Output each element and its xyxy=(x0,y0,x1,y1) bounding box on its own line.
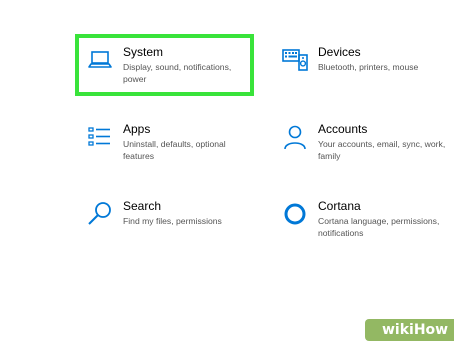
tile-cortana-description: Cortana language, permissions, notificat… xyxy=(318,216,440,238)
tile-apps[interactable]: Apps Uninstall, defaults, optional featu… xyxy=(78,117,256,167)
tile-cortana-title: Cortana xyxy=(318,199,361,213)
tile-search[interactable]: Search Find my files, permissions xyxy=(78,194,256,234)
tile-devices[interactable]: Devices Bluetooth, printers, mouse xyxy=(273,40,451,90)
tile-system-title: System xyxy=(123,45,164,59)
search-icon xyxy=(88,202,111,225)
tile-system[interactable]: System Display, sound, notifications, po… xyxy=(78,40,256,90)
keyboard-speaker-icon xyxy=(282,49,308,71)
tile-cortana[interactable]: Cortana Cortana language, permissions, n… xyxy=(273,194,451,244)
tile-devices-title: Devices xyxy=(318,45,361,59)
tile-system-description: Display, sound, notifications, power xyxy=(123,62,232,84)
tile-accounts-title: Accounts xyxy=(318,122,368,136)
laptop-icon xyxy=(88,51,112,68)
apps-list-icon xyxy=(88,127,110,146)
person-icon xyxy=(284,125,306,150)
tile-apps-title: Apps xyxy=(123,122,151,136)
tile-accounts-description: Your accounts, email, sync, work, family xyxy=(318,139,446,161)
tile-accounts[interactable]: Accounts Your accounts, email, sync, wor… xyxy=(273,117,451,167)
tile-search-description: Find my files, permissions xyxy=(123,216,222,226)
cortana-ring-icon xyxy=(284,203,306,225)
wikihow-watermark-text: wikiHow xyxy=(382,322,449,338)
tile-apps-description: Uninstall, defaults, optional features xyxy=(123,139,226,161)
tile-devices-description: Bluetooth, printers, mouse xyxy=(318,62,419,72)
tile-search-title: Search xyxy=(123,199,162,213)
